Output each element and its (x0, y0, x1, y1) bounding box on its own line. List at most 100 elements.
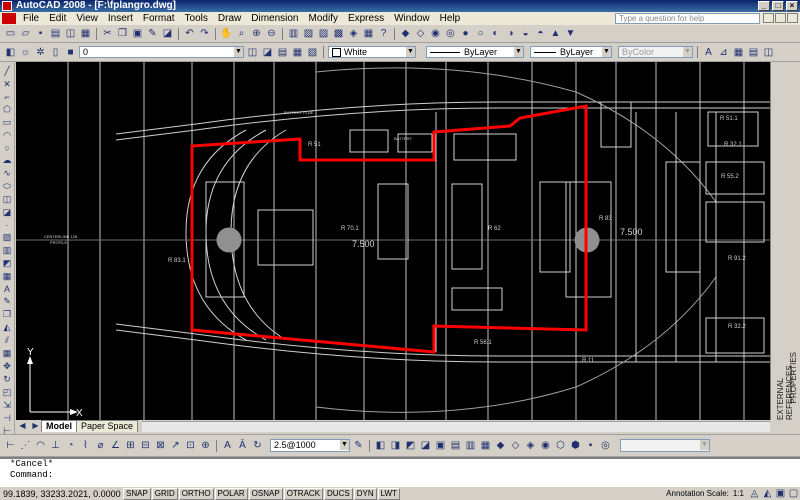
lock-icon[interactable]: ▣ (774, 487, 787, 500)
new-icon[interactable]: ▭ (4, 27, 17, 40)
revision-cloud-icon[interactable]: ☁ (1, 155, 13, 166)
express-icon-11[interactable]: ▲ (549, 27, 562, 40)
save-icon[interactable]: ▪ (34, 27, 47, 40)
layer-dropdown[interactable]: 0 ▼ (79, 46, 244, 58)
coordinate-readout[interactable]: 99.1839, 33233.2021, 0.0000 (0, 489, 123, 499)
baseline-icon[interactable]: ⊟ (139, 439, 152, 452)
layer-lock-icon[interactable]: ▯ (49, 46, 62, 59)
view-icon-10[interactable]: ◇ (509, 439, 522, 452)
plotstyle-dropdown[interactable]: ByColor ▼ (618, 46, 693, 58)
horizontal-scrollbar[interactable] (142, 421, 770, 432)
tool-palettes-icon[interactable]: ▨ (317, 27, 330, 40)
view-icon-2[interactable]: ◨ (389, 439, 402, 452)
lwt-toggle[interactable]: LWT (377, 487, 400, 500)
polygon-icon[interactable]: ⬠ (1, 104, 13, 115)
view-icon-6[interactable]: ▤ (449, 439, 462, 452)
camera-icon[interactable]: ▪ (584, 439, 597, 452)
help-search-input[interactable]: Type a question for help (615, 13, 760, 24)
ducs-toggle[interactable]: DUCS (324, 487, 353, 500)
copy-object-icon[interactable]: ❐ (1, 309, 13, 320)
view-icon-4[interactable]: ◪ (419, 439, 432, 452)
rectangle-icon[interactable]: ▭ (1, 117, 13, 128)
linetype-dropdown[interactable]: ByLayer ▼ (426, 46, 524, 58)
radius-icon[interactable]: ◔ (64, 439, 77, 452)
express-icon-6[interactable]: ○ (474, 27, 487, 40)
express-icon-12[interactable]: ▼ (564, 27, 577, 40)
osnap-toggle[interactable]: OSNAP (248, 487, 283, 500)
markup-icon[interactable]: ◈ (347, 27, 360, 40)
scale-icon[interactable]: ◰ (1, 387, 13, 398)
cut-icon[interactable]: ✂ (101, 27, 114, 40)
autocad-app-icon[interactable] (2, 1, 12, 11)
command-prompt[interactable]: Command: (0, 470, 800, 481)
properties-icon[interactable]: ▥ (287, 27, 300, 40)
copy-icon[interactable]: ❐ (116, 27, 129, 40)
aligned-dim-icon[interactable]: ⋰ (19, 439, 32, 452)
dim-text-edit-icon[interactable]: Ā (236, 439, 249, 452)
layer-states-icon[interactable]: ▤ (276, 46, 289, 59)
layer-isolate-icon[interactable]: ▧ (306, 46, 319, 59)
layer-previous-icon[interactable]: ◪ (261, 46, 274, 59)
express-icon-2[interactable]: ◇ (414, 27, 427, 40)
dim-edit-icon[interactable]: A (221, 439, 234, 452)
polar-toggle[interactable]: POLAR (214, 487, 248, 500)
layer-manager-icon[interactable]: ◧ (4, 46, 17, 59)
express-icon-4[interactable]: ◎ (444, 27, 457, 40)
menu-format[interactable]: Format (138, 12, 180, 25)
design-center-icon[interactable]: ▧ (302, 27, 315, 40)
undo-icon[interactable]: ↶ (183, 27, 196, 40)
paste-icon[interactable]: ▣ (131, 27, 144, 40)
view-icon-14[interactable]: ⬢ (569, 439, 582, 452)
ortho-toggle[interactable]: ORTHO (178, 487, 214, 500)
plot-icon[interactable]: ▤ (49, 27, 62, 40)
diameter-icon[interactable]: ⌀ (94, 439, 107, 452)
menu-window[interactable]: Window (389, 12, 435, 25)
otrack-toggle[interactable]: OTRACK (283, 487, 324, 500)
region-icon[interactable]: ◩ (1, 258, 13, 269)
tab-model[interactable]: Model (41, 420, 77, 432)
ellipse-icon[interactable]: ⬭ (1, 181, 13, 192)
view-icon-12[interactable]: ◉ (539, 439, 552, 452)
maximize-button[interactable]: □ (772, 1, 784, 11)
express-icon-8[interactable]: ◑ (504, 27, 517, 40)
layer-freeze-icon[interactable]: ✲ (34, 46, 47, 59)
style-icon-1[interactable]: A (702, 46, 715, 59)
line-icon[interactable]: ╱ (1, 66, 13, 77)
ordinate-icon[interactable]: ⊥ (49, 439, 62, 452)
menu-help[interactable]: Help (435, 12, 466, 25)
tab-external-references[interactable]: EXTERNAL REFERENCES (776, 342, 794, 420)
clean-screen-icon[interactable]: ▢ (787, 487, 800, 500)
menu-file[interactable]: File (18, 12, 44, 25)
doc-minimize-button[interactable] (763, 13, 774, 23)
mirror-icon[interactable]: ◭ (1, 322, 13, 333)
express-icon-10[interactable]: ◓ (534, 27, 547, 40)
menu-edit[interactable]: Edit (44, 12, 71, 25)
trim-icon[interactable]: ⊣ (1, 413, 13, 424)
style-icon-4[interactable]: ▤ (747, 46, 760, 59)
arc-length-icon[interactable]: ◠ (34, 439, 47, 452)
menu-view[interactable]: View (71, 12, 103, 25)
doc-close-button[interactable] (787, 13, 798, 23)
close-button[interactable]: × (786, 1, 798, 11)
sheet-set-icon[interactable]: ▩ (332, 27, 345, 40)
jogged-icon[interactable]: ⌇ (79, 439, 92, 452)
view-icon-8[interactable]: ▦ (479, 439, 492, 452)
menu-draw[interactable]: Draw (213, 12, 246, 25)
menu-express[interactable]: Express (343, 12, 389, 25)
point-icon[interactable]: · (1, 220, 13, 230)
leader-icon[interactable]: ↗ (169, 439, 182, 452)
style-icon-5[interactable]: ◫ (762, 46, 775, 59)
construction-line-icon[interactable]: ✕ (1, 79, 13, 90)
menu-tools[interactable]: Tools (180, 12, 213, 25)
express-icon-9[interactable]: ◒ (519, 27, 532, 40)
auto-scale-icon[interactable]: ◭ (761, 487, 774, 500)
pan-icon[interactable]: ✋ (220, 27, 233, 40)
help-icon[interactable]: ? (377, 27, 390, 40)
view-icon-7[interactable]: ▥ (464, 439, 477, 452)
spline-icon[interactable]: ∿ (1, 168, 13, 179)
hatch-icon[interactable]: ▨ (1, 232, 13, 243)
circle-icon[interactable]: ○ (1, 143, 13, 153)
snap-toggle[interactable]: SNAP (123, 487, 151, 500)
zoom-realtime-icon[interactable]: ⌕ (235, 27, 248, 40)
tab-paper-space[interactable]: Paper Space (76, 420, 139, 432)
